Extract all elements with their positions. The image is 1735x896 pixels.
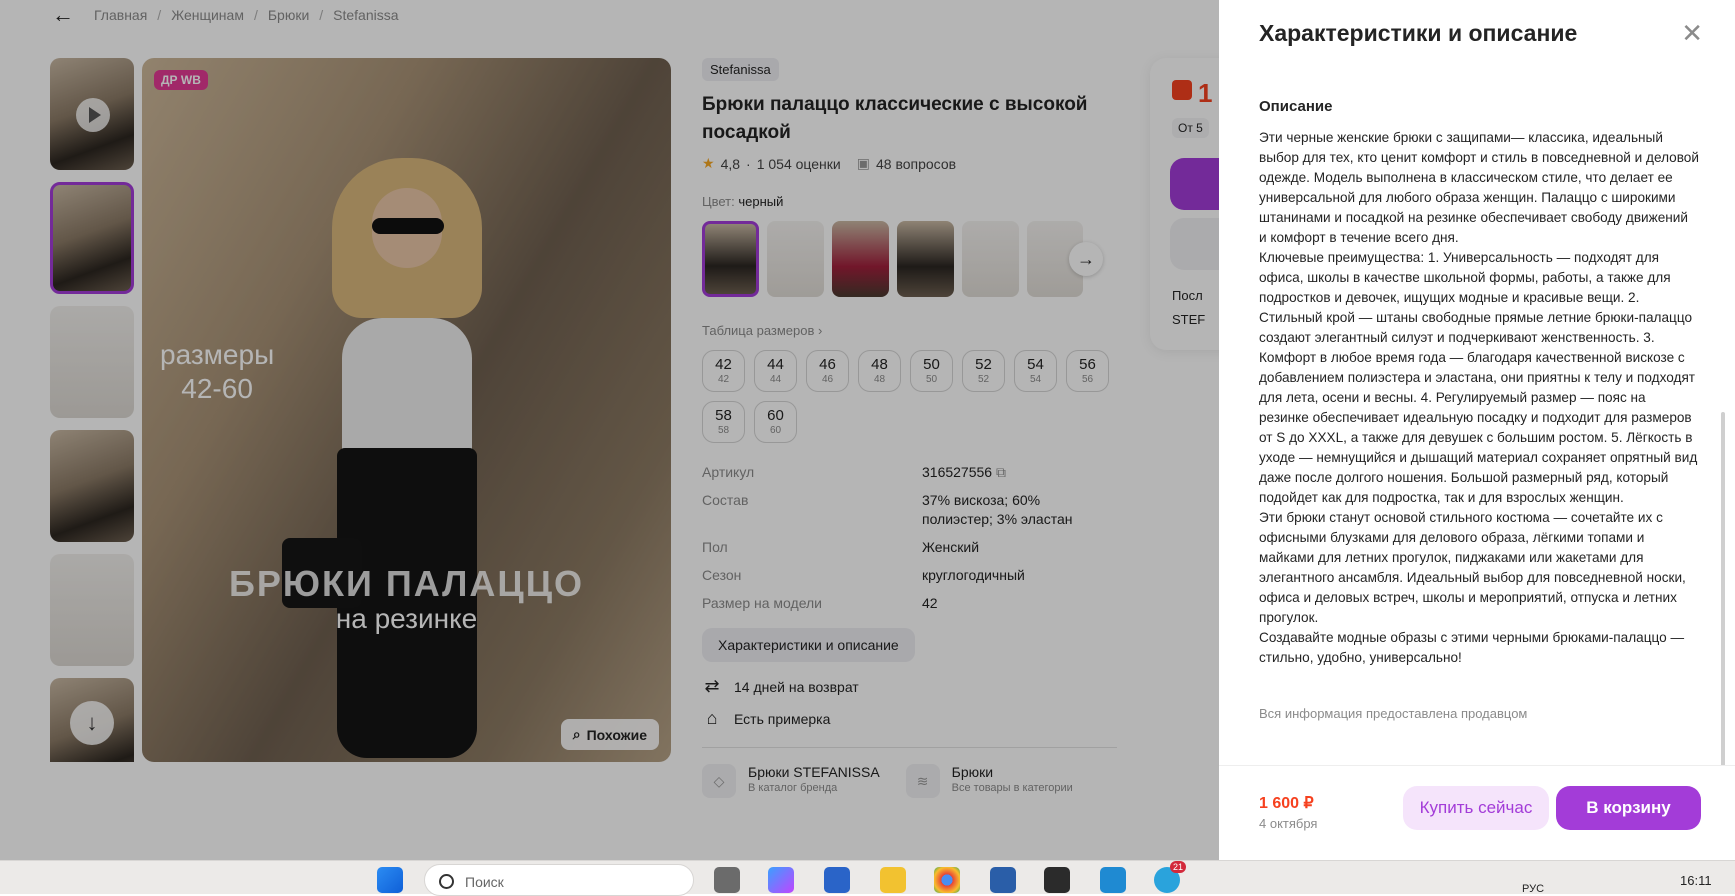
- delivery-date: 4 октября: [1259, 816, 1318, 831]
- product-page: ← Главная / Женщинам / Брюки / Stefaniss…: [0, 0, 1735, 860]
- description-heading: Описание: [1259, 98, 1333, 115]
- powershell-icon[interactable]: [990, 867, 1016, 893]
- add-to-cart-button[interactable]: В корзину: [1556, 786, 1701, 830]
- panel-title: Характеристики и описание: [1259, 20, 1578, 46]
- taskbar-search[interactable]: Поиск: [424, 864, 694, 896]
- scrollbar[interactable]: [1721, 412, 1725, 772]
- buy-now-button[interactable]: Купить сейчас: [1403, 786, 1549, 830]
- taskbar: Поиск 21 РУС 16:11: [0, 860, 1735, 896]
- chrome-icon[interactable]: [934, 867, 960, 893]
- windows-start-icon[interactable]: [377, 867, 403, 893]
- modal-backdrop[interactable]: [0, 0, 1219, 860]
- copilot-icon[interactable]: [768, 867, 794, 893]
- close-icon[interactable]: ✕: [1681, 20, 1703, 46]
- terminal-icon[interactable]: [1044, 867, 1070, 893]
- language-indicator[interactable]: РУС: [1522, 883, 1544, 895]
- characteristics-panel: Характеристики и описание ✕ Описание Эти…: [1219, 0, 1735, 860]
- notification-badge: 21: [1170, 861, 1187, 873]
- panel-footer: 1 600 ₽ 4 октября Купить сейчас В корзин…: [1219, 765, 1735, 860]
- panel-content: Описание Эти черные женские брюки с защи…: [1259, 66, 1699, 761]
- description-text: Эти черные женские брюки с защипами— кла…: [1259, 130, 1699, 665]
- store-icon[interactable]: [824, 867, 850, 893]
- seller-note: Вся информация предоставлена продавцом: [1259, 706, 1528, 721]
- folder-icon[interactable]: [880, 867, 906, 893]
- app-icon[interactable]: [714, 867, 740, 893]
- clock[interactable]: 16:11: [1680, 873, 1712, 888]
- vscode-icon[interactable]: [1100, 867, 1126, 893]
- footer-price: 1 600 ₽: [1259, 795, 1314, 812]
